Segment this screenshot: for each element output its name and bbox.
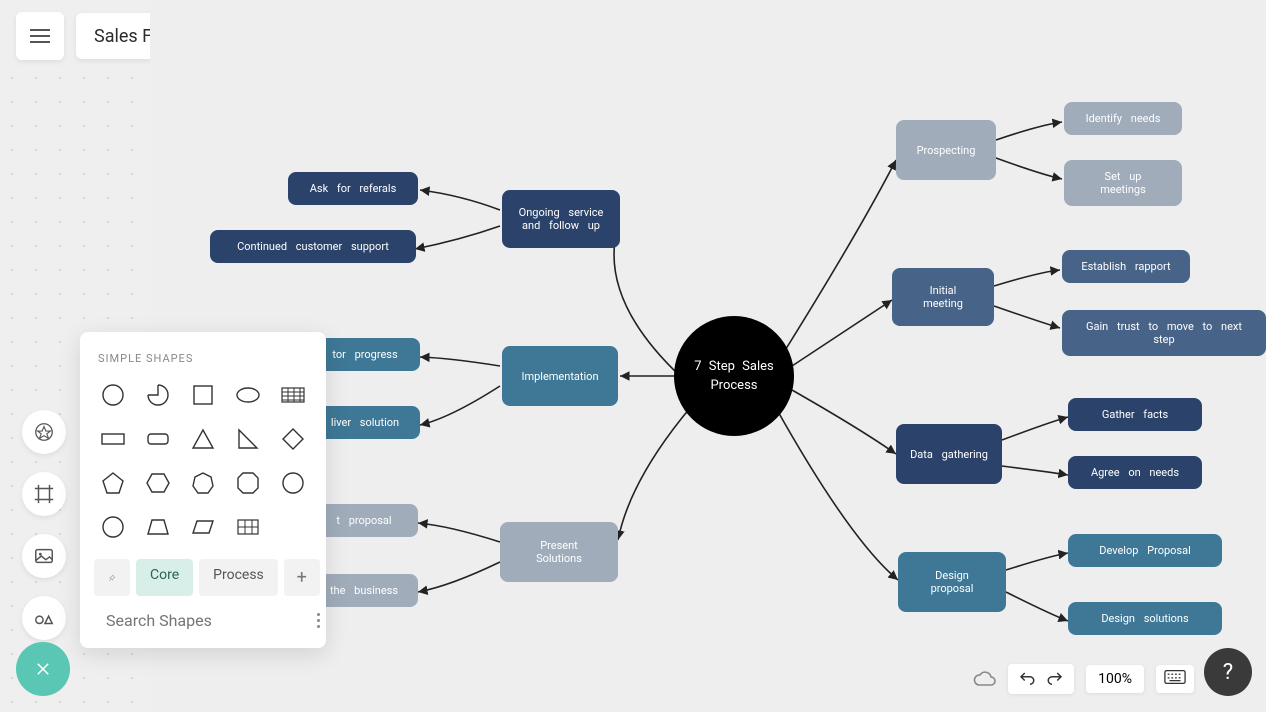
shape-diamond[interactable] — [279, 423, 308, 455]
right-triangle-icon — [235, 426, 261, 452]
bottom-bar: 100% — [972, 664, 1194, 694]
node-present[interactable]: Present Solutions — [500, 522, 618, 582]
node-the-business[interactable]: the business — [310, 574, 418, 607]
zoom-level[interactable]: 100% — [1086, 665, 1144, 693]
node-ask-referals[interactable]: Ask for referals — [288, 172, 418, 205]
shape-parallelogram[interactable] — [188, 511, 217, 543]
node-setup-meetings[interactable]: Set up meetings — [1064, 160, 1182, 206]
pentagon-icon — [100, 470, 126, 496]
redo-icon[interactable] — [1046, 670, 1064, 688]
more-rail-button[interactable] — [22, 596, 66, 640]
node-identify-needs[interactable]: Identify needs — [1064, 102, 1182, 135]
shape-search-input[interactable] — [106, 611, 309, 630]
keyboard-button[interactable] — [1156, 665, 1194, 693]
trapezoid-icon — [145, 514, 171, 540]
shape-rounded-rect[interactable] — [143, 423, 172, 455]
star-shape-icon — [33, 421, 55, 443]
shape-ellipse[interactable] — [234, 379, 263, 411]
close-button[interactable] — [16, 642, 70, 696]
node-initial-meeting[interactable]: Initial meeting — [892, 268, 994, 326]
table-icon — [280, 382, 306, 408]
node-develop-proposal[interactable]: Develop Proposal — [1068, 534, 1222, 567]
node-liver-solution[interactable]: liver solution — [310, 406, 420, 439]
shape-trapezoid[interactable] — [143, 511, 172, 543]
node-establish-rapport[interactable]: Establish rapport — [1062, 250, 1190, 283]
search-menu-icon[interactable] — [317, 613, 320, 628]
node-prospecting[interactable]: Prospecting — [896, 120, 996, 180]
shapes-panel-title: SIMPLE SHAPES — [94, 352, 312, 365]
node-t-proposal[interactable]: t proposal — [310, 504, 418, 537]
arc-icon — [145, 382, 171, 408]
hexagon-icon — [145, 470, 171, 496]
menu-button[interactable] — [16, 12, 64, 60]
frame-rail-button[interactable] — [22, 472, 66, 516]
frame-icon — [33, 483, 55, 505]
shape-heptagon[interactable] — [188, 467, 217, 499]
shapes-rail-button[interactable] — [22, 410, 66, 454]
shape-right-triangle[interactable] — [234, 423, 263, 455]
help-button[interactable]: ? — [1204, 648, 1252, 696]
node-agree-needs[interactable]: Agree on needs — [1068, 456, 1202, 489]
shape-nonagon[interactable] — [279, 467, 308, 499]
plus-icon: + — [297, 567, 307, 588]
shape-grid2[interactable] — [234, 511, 263, 543]
pin-tab[interactable] — [94, 559, 130, 596]
shape-circle[interactable] — [98, 379, 127, 411]
core-tab[interactable]: Core — [136, 559, 193, 596]
keyboard-icon — [1164, 669, 1186, 685]
nonagon-icon — [280, 470, 306, 496]
circle-icon — [100, 382, 126, 408]
shape-octagon[interactable] — [234, 467, 263, 499]
center-node[interactable]: 7 Step Sales Process — [674, 316, 794, 436]
node-ongoing[interactable]: Ongoing service and follow up — [502, 190, 620, 248]
grid-icon — [235, 514, 261, 540]
shape-decagon[interactable] — [98, 511, 127, 543]
triangle-icon — [190, 426, 216, 452]
decagon-icon — [100, 514, 126, 540]
diamond-icon — [280, 426, 306, 452]
ellipse-icon — [235, 382, 261, 408]
parallelogram-icon — [190, 514, 216, 540]
image-rail-button[interactable] — [22, 534, 66, 578]
square-icon — [190, 382, 216, 408]
image-icon — [33, 545, 55, 567]
node-design-proposal[interactable]: Design proposal — [898, 552, 1006, 612]
pin-icon — [108, 570, 116, 586]
undo-redo-group — [1008, 664, 1074, 694]
shape-grid — [94, 379, 312, 543]
shape-rectangle[interactable] — [98, 423, 127, 455]
cloud-sync-icon[interactable] — [972, 667, 996, 691]
close-icon — [34, 660, 52, 678]
node-design-solutions[interactable]: Design solutions — [1068, 602, 1222, 635]
shape-square[interactable] — [188, 379, 217, 411]
undo-icon[interactable] — [1018, 670, 1036, 688]
shape-pentagon[interactable] — [98, 467, 127, 499]
shapes-icon — [33, 607, 55, 629]
shape-table[interactable] — [279, 379, 308, 411]
node-gain-trust[interactable]: Gain trust to move to next step — [1062, 310, 1266, 356]
node-gather-facts[interactable]: Gather facts — [1068, 398, 1202, 431]
shape-search-row — [94, 606, 312, 634]
left-rail — [22, 410, 66, 640]
rounded-rect-icon — [145, 426, 171, 452]
shapes-panel: SIMPLE SHAPES Core Process + — [80, 332, 326, 648]
node-tor-progress[interactable]: tor progress — [310, 338, 420, 371]
heptagon-icon — [190, 470, 216, 496]
shape-triangle[interactable] — [188, 423, 217, 455]
shape-arc[interactable] — [143, 379, 172, 411]
add-tab[interactable]: + — [284, 559, 320, 596]
shape-tabs: Core Process + — [94, 559, 312, 596]
node-data-gathering[interactable]: Data gathering — [896, 424, 1002, 484]
process-tab[interactable]: Process — [199, 559, 278, 596]
node-implementation[interactable]: Implementation — [502, 346, 618, 406]
octagon-icon — [235, 470, 261, 496]
rectangle-icon — [100, 426, 126, 452]
node-customer-support[interactable]: Continued customer support — [210, 230, 416, 263]
hamburger-icon — [30, 29, 50, 43]
shape-hexagon[interactable] — [143, 467, 172, 499]
